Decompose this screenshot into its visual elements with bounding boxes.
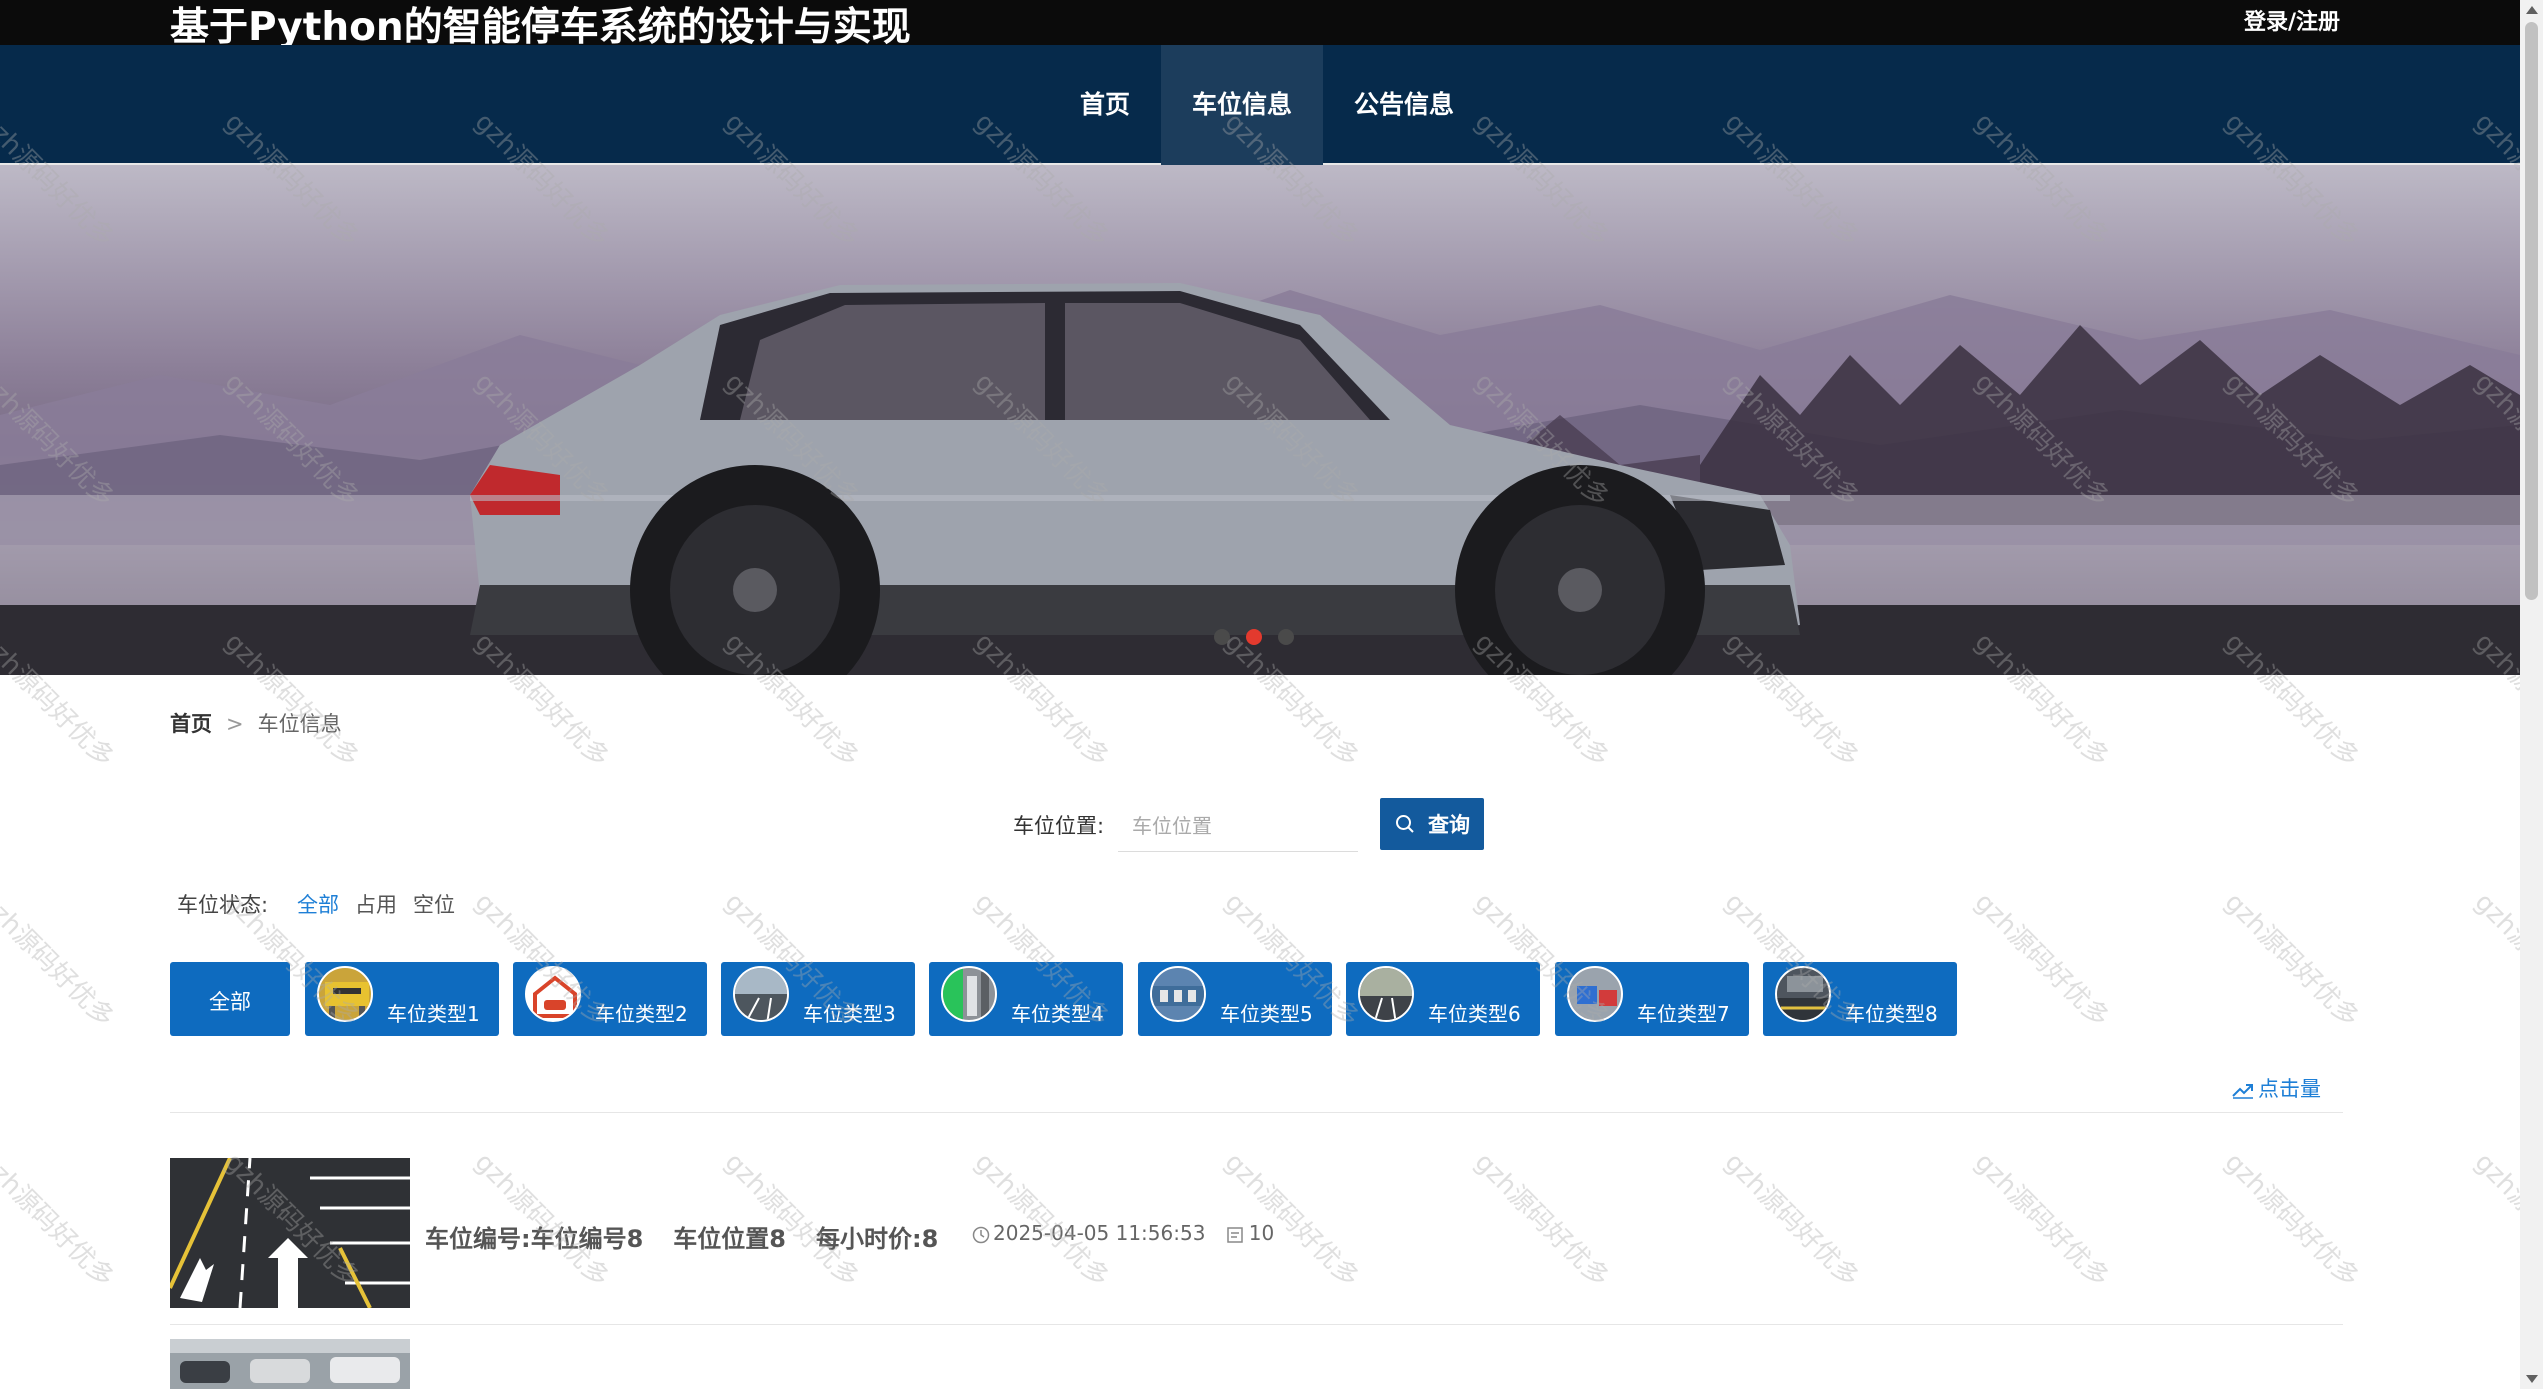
- type-filter-1-label: 车位类型1: [387, 1002, 480, 1026]
- type-filter-6[interactable]: 车位类型6: [1346, 962, 1540, 1036]
- divider: [170, 1112, 2343, 1113]
- listing-thumbnail[interactable]: [170, 1339, 410, 1389]
- street-thumb-icon: [1358, 966, 1414, 1022]
- listing-title[interactable]: 车位编号:车位编号8 车位位置8 每小时价:8: [425, 1219, 968, 1254]
- type-filter-4[interactable]: 车位类型4: [929, 962, 1123, 1036]
- scroll-up-arrow-icon[interactable]: [2526, 6, 2538, 14]
- search-button-label: 查询: [1428, 813, 1470, 837]
- breadcrumb-current: 车位信息: [257, 712, 342, 736]
- garage-thumb-icon: [525, 966, 581, 1022]
- type-filter-3-label: 车位类型3: [803, 1002, 896, 1026]
- type-filter-7[interactable]: 车位类型7: [1555, 962, 1749, 1036]
- breadcrumb: 首页 > 车位信息: [170, 708, 342, 738]
- aerial-lot-thumb-icon: [1150, 966, 1206, 1022]
- main-nav: 首页 车位信息 公告信息: [0, 45, 2520, 165]
- type-filter-2[interactable]: 车位类型2: [513, 962, 707, 1036]
- page: 基于Python的智能停车系统的设计与实现 登录/注册 首页 车位信息 公告信息: [0, 0, 2543, 1389]
- page-scrollbar[interactable]: [2520, 0, 2543, 1389]
- watermark-text: gzh源码好优多: [2218, 1147, 2365, 1294]
- clock-icon: [972, 1226, 990, 1243]
- trend-up-icon: [2232, 1084, 2253, 1099]
- divider: [170, 1324, 2343, 1325]
- ev-charging-thumb-icon: [941, 966, 997, 1022]
- status-option-all[interactable]: 全部: [297, 889, 339, 919]
- login-register-link[interactable]: 登录/注册: [2244, 4, 2340, 36]
- type-filter-8[interactable]: 车位类型8: [1763, 962, 1957, 1036]
- watermark-text: gzh源码好优多: [0, 1147, 120, 1294]
- carousel-dot-2[interactable]: [1246, 629, 1262, 645]
- type-filter-8-label: 车位类型8: [1845, 1002, 1938, 1026]
- carousel-dot-3[interactable]: [1278, 629, 1294, 645]
- type-filter-2-label: 车位类型2: [595, 1002, 688, 1026]
- lot-thumb-icon: [733, 966, 789, 1022]
- sort-by-clicks-label: 点击量: [2258, 1077, 2321, 1101]
- status-filter-label: 车位状态:: [177, 893, 269, 917]
- type-filter-all-label: 全部: [209, 990, 251, 1014]
- type-filter-all[interactable]: 全部: [170, 962, 290, 1036]
- type-filter-4-label: 车位类型4: [1011, 1002, 1104, 1026]
- top-bar: 基于Python的智能停车系统的设计与实现 登录/注册: [0, 0, 2520, 50]
- banner-image: [0, 283, 2520, 675]
- watermark-text: gzh源码好优多: [2218, 887, 2365, 1034]
- listing-clicks: 10: [1248, 1221, 1275, 1245]
- carousel-dot-1[interactable]: [1214, 629, 1230, 645]
- watermark-text: gzh源码好优多: [1718, 1147, 1865, 1294]
- breadcrumb-separator: >: [226, 712, 244, 736]
- type-filter-3[interactable]: 车位类型3: [721, 962, 915, 1036]
- listing-location: 车位位置8: [673, 1225, 786, 1253]
- status-option-vacant[interactable]: 空位: [413, 889, 455, 919]
- listing-meta: 2025-04-05 11:56:53 10: [972, 1221, 1274, 1245]
- watermark-text: gzh源码好优多: [1968, 1147, 2115, 1294]
- watermark-text: gzh源码好优多: [1468, 1147, 1615, 1294]
- nav-item-announcements[interactable]: 公告信息: [1337, 45, 1471, 165]
- search-icon: [1396, 815, 1414, 833]
- search-label: 车位位置:: [1013, 814, 1105, 838]
- type-filter-1[interactable]: 车位类型1: [305, 962, 499, 1036]
- parking-sign-thumb-icon: [317, 966, 373, 1022]
- watermark-text: gzh源码好优多: [1218, 1147, 1365, 1294]
- scrollbar-thumb[interactable]: [2525, 22, 2538, 600]
- listing-timestamp: 2025-04-05 11:56:53: [993, 1221, 1206, 1245]
- scroll-down-arrow-icon[interactable]: [2526, 1375, 2538, 1383]
- watermark-text: gzh源码好优多: [0, 887, 120, 1034]
- type-filter-5[interactable]: 车位类型5: [1138, 962, 1332, 1036]
- breadcrumb-home[interactable]: 首页: [170, 712, 212, 736]
- nav-item-home[interactable]: 首页: [1063, 45, 1147, 165]
- type-filter-7-label: 车位类型7: [1637, 1002, 1730, 1026]
- type-filter-6-label: 车位类型6: [1428, 1002, 1521, 1026]
- listing-hourly-price: 每小时价:8: [816, 1225, 939, 1253]
- nav-item-parking-spots[interactable]: 车位信息: [1161, 45, 1323, 165]
- watermark-text: gzh源码好优多: [968, 1147, 1115, 1294]
- sort-by-clicks[interactable]: 点击量: [2232, 1073, 2321, 1103]
- banner-carousel[interactable]: [0, 165, 2520, 675]
- marked-spot-thumb-icon: [1567, 966, 1623, 1022]
- location-search-input[interactable]: [1118, 800, 1358, 852]
- search-button[interactable]: 查询: [1380, 798, 1484, 850]
- status-option-occupied[interactable]: 占用: [355, 889, 397, 919]
- watermark-text: gzh源码好优多: [1968, 887, 2115, 1034]
- views-icon: [1227, 1226, 1243, 1243]
- listing-code: 车位编号:车位编号8: [425, 1225, 644, 1253]
- carousel-indicators: [1212, 625, 1302, 647]
- listing-thumbnail[interactable]: [170, 1158, 410, 1308]
- type-filter-5-label: 车位类型5: [1220, 1002, 1313, 1026]
- underground-thumb-icon: [1775, 966, 1831, 1022]
